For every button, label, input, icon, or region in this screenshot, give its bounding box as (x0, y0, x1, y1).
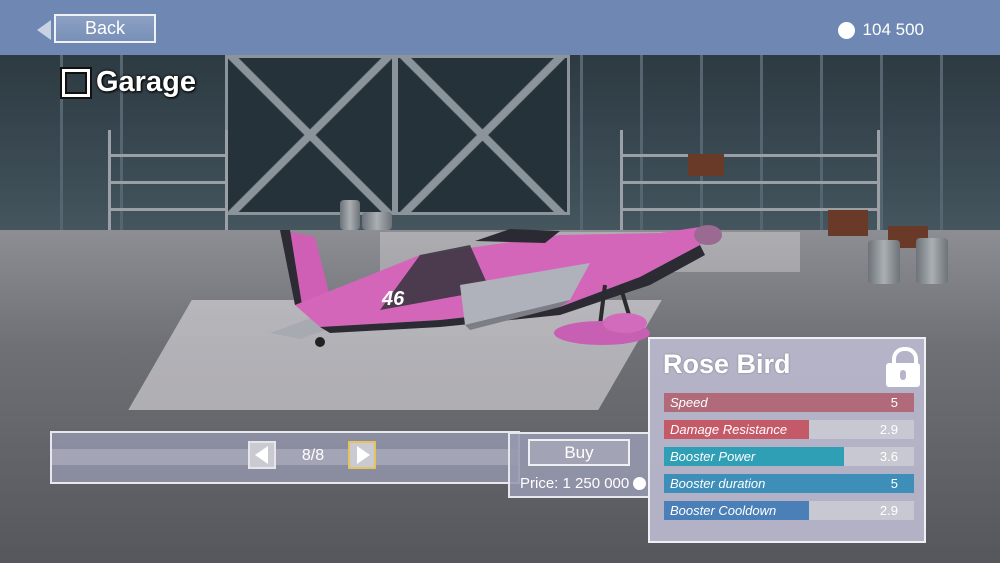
stat-label: Booster Power (670, 449, 756, 464)
coin-icon (837, 21, 855, 39)
hangar-door-right (395, 55, 570, 215)
stat-label: Speed (670, 395, 708, 410)
stat-value: 2.9 (879, 422, 898, 437)
stat-label: Booster Cooldown (670, 503, 777, 518)
stat-booster-power: Booster Power 3.6 (664, 447, 914, 466)
stat-label: Damage Resistance (670, 422, 788, 437)
stat-value: 2.9 (879, 503, 898, 518)
barrel (916, 238, 948, 284)
barrel (868, 240, 900, 284)
plane-name: Rose Bird (663, 349, 791, 379)
previous-plane-button[interactable] (248, 441, 276, 469)
price-text: Price: 1 250 000 (520, 475, 630, 492)
plane-number: 46 (381, 288, 405, 310)
price: Price: 1 250 000 (520, 475, 647, 492)
back-button[interactable]: Back (54, 14, 156, 43)
crate (828, 210, 868, 236)
stat-value: 5 (890, 395, 898, 410)
stat-value: 5 (890, 476, 898, 491)
lock-icon (886, 347, 920, 387)
next-plane-button[interactable] (348, 441, 376, 469)
stat-booster-duration: Booster duration 5 (664, 474, 914, 493)
shelf-left (108, 130, 228, 230)
page-title: Garage (62, 66, 196, 99)
back-arrow-icon[interactable] (37, 20, 51, 40)
crate (688, 154, 724, 176)
hangar-door-left (225, 55, 395, 215)
garage-square-icon (62, 68, 90, 97)
buy-button[interactable]: Buy (528, 439, 630, 466)
coin-icon (633, 477, 647, 490)
buy-panel: Buy Price: 1 250 000 (508, 432, 650, 498)
plane-navigation-bar: 8/8 (50, 431, 520, 484)
stat-speed: Speed 5 (664, 393, 914, 412)
stat-booster-cooldown: Booster Cooldown 2.9 (664, 501, 914, 520)
plane-counter: 8/8 (301, 447, 325, 464)
top-bar: Back 104 500 (0, 0, 1000, 55)
coin-amount: 104 500 (862, 20, 924, 39)
stat-value: 3.6 (879, 449, 898, 464)
coin-balance: 104 500 (837, 20, 924, 40)
stat-label: Booster duration (670, 476, 766, 491)
page-title-text: Garage (96, 66, 196, 98)
stat-damage-resistance: Damage Resistance 2.9 (664, 420, 914, 439)
plane-stats-panel: Rose Bird Speed 5 Damage Resistance 2.9 … (648, 337, 926, 543)
